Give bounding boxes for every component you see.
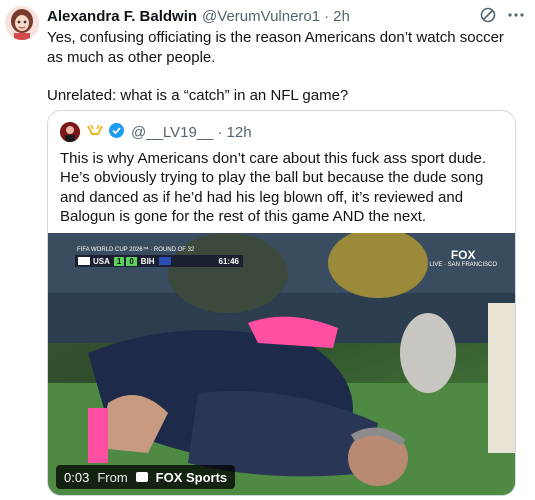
tweet-text: Yes, confusing officiating is the reason… — [47, 28, 517, 106]
tweet-line: Yes, confusing officiating is the reason… — [47, 29, 504, 66]
quoted-author-handle[interactable]: @__LV19__ — [131, 124, 214, 141]
quoted-tweet-header: @__LV19__ · 12h — [60, 121, 252, 143]
score-away: 0 — [126, 256, 137, 266]
broadcast-location: LIVE · SAN FRANCISCO — [429, 262, 497, 268]
quoted-tweet-time[interactable]: 12h — [227, 124, 252, 141]
team-home: USA — [93, 256, 110, 266]
scoreboard: FIFA WORLD CUP 2026™ · ROUND OF 32 USA 1… — [75, 247, 243, 267]
from-label: From — [97, 469, 128, 485]
separator-dot: · — [217, 123, 223, 141]
video-frame — [48, 233, 515, 495]
hands-emoji-icon — [86, 122, 104, 142]
author-avatar[interactable] — [5, 6, 39, 40]
bih-flag-icon — [158, 257, 171, 265]
score-caption: FIFA WORLD CUP 2026™ · ROUND OF 32 — [77, 247, 195, 253]
verified-badge-icon — [108, 122, 125, 143]
match-clock: 61:46 — [218, 256, 239, 266]
quoted-author-avatar[interactable] — [60, 122, 80, 142]
quoted-tweet-text: This is why Americans don’t care about t… — [60, 150, 487, 225]
tweet-header: Alexandra F. Baldwin @VerumVulnero1 · 2h — [47, 6, 525, 26]
author-name[interactable]: Alexandra F. Baldwin — [47, 8, 197, 25]
author-handle[interactable]: @VerumVulnero1 — [202, 8, 320, 25]
tweet-line: Unrelated: what is a “catch” in an NFL g… — [47, 87, 349, 104]
video-elapsed: 0:03 — [64, 469, 90, 485]
score-row: USA 1 0 BIH 61:46 — [75, 255, 243, 267]
video-player[interactable]: FIFA WORLD CUP 2026™ · ROUND OF 32 USA 1… — [48, 233, 515, 495]
team-away: BIH — [140, 256, 155, 266]
score-home: 1 — [113, 256, 125, 266]
grok-icon[interactable] — [479, 6, 497, 28]
tweet-time[interactable]: 2h — [333, 8, 350, 25]
source-name[interactable]: FOX Sports — [156, 470, 228, 485]
more-icon[interactable] — [507, 6, 525, 28]
video-info-bar[interactable]: 0:03 From FOX Sports — [56, 465, 236, 489]
separator-dot: · — [324, 7, 330, 25]
usa-flag-icon — [78, 257, 90, 265]
fox-logo-icon — [135, 472, 148, 482]
broadcaster-bug: FOX LIVE · SAN FRANCISCO — [429, 248, 497, 268]
broadcaster-brand: FOX — [450, 248, 476, 262]
quoted-tweet[interactable]: @__LV19__ · 12h This is why Americans do… — [47, 110, 516, 496]
